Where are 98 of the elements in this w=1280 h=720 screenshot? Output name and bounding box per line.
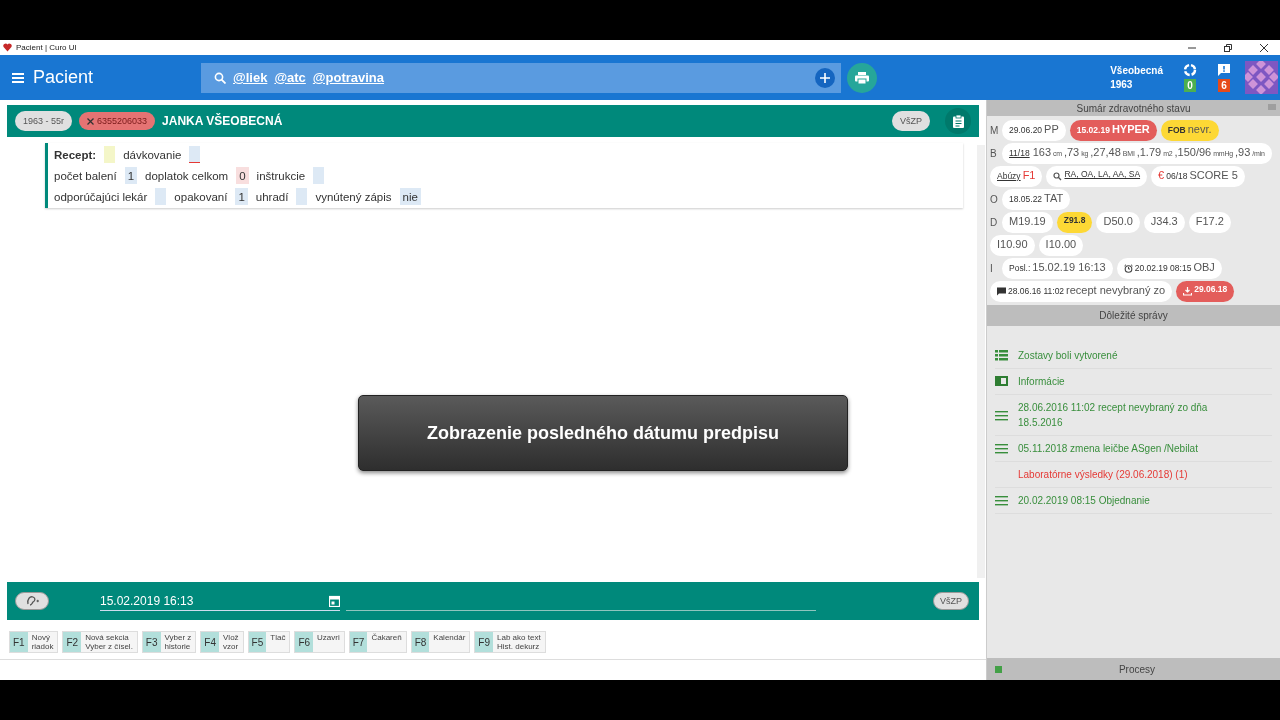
insurer-button[interactable]: VšZP (892, 111, 930, 131)
insurer-button[interactable]: VšZP (933, 592, 969, 610)
field-label: odporúčajúci lekár (54, 190, 148, 203)
field-label: inštrukcie (256, 169, 306, 182)
summary-chip[interactable]: 28.06.16 11:02 recept nevybraný zo (990, 281, 1173, 302)
scrollbar[interactable] (977, 145, 985, 578)
field-label: počet balení (54, 169, 117, 182)
summary-chip[interactable]: 15.02.19 HYPER (1069, 120, 1157, 141)
function-key[interactable]: F8 Kalendár (410, 631, 471, 653)
sync-icon[interactable] (1183, 63, 1197, 77)
message-icon (997, 287, 1006, 296)
field-label: dávkovanie (123, 148, 182, 161)
summary-chip[interactable]: FOB nevr. (1160, 120, 1219, 141)
field-label: Recept: (54, 148, 97, 161)
field-value[interactable] (155, 188, 167, 205)
summary-chip[interactable]: D50.0 (1096, 212, 1140, 233)
section-letter: D (990, 217, 998, 228)
panel-handle[interactable] (1268, 104, 1276, 110)
field-value[interactable] (313, 167, 325, 184)
function-key[interactable]: F7 Čakareň (348, 631, 407, 653)
close-icon (1260, 43, 1268, 52)
section-letter: I (990, 263, 994, 274)
card-icon (995, 376, 1008, 387)
field-label: doplatok celkom (145, 169, 229, 182)
processes-bar[interactable]: Procesy (987, 658, 1280, 680)
message-item[interactable]: 28.06.2016 11:02 recept nevybraný zo dňa 18.5.2016 (995, 395, 1272, 436)
summary-chip[interactable]: F17.2 (1188, 212, 1231, 233)
date-value: 15.02.2019 16:13 (100, 593, 194, 608)
message-icon[interactable] (1217, 63, 1231, 77)
summary-chip[interactable]: Z91.8 (1056, 212, 1093, 233)
download-icon (1183, 287, 1193, 296)
age-chip: 1963 - 55r (15, 111, 73, 131)
message-item[interactable]: 05.11.2018 zmena leičbe ASgen /Nebilat (995, 436, 1272, 462)
id-chip[interactable]: 6355206033 (79, 112, 156, 130)
patient-name: JANKA VŠEOBECNÁ (162, 114, 283, 128)
app-heart-icon (3, 43, 12, 52)
patient-id: 6355206033 (97, 116, 148, 126)
search-icon (1053, 172, 1063, 181)
field-value[interactable]: nie (399, 188, 421, 205)
summary-chip[interactable]: I10.00 (1038, 235, 1084, 256)
window-title: Pacient | Curo UI (16, 43, 77, 52)
field-value[interactable]: 1 (124, 167, 138, 184)
lines-icon (995, 443, 1008, 454)
page-title: Pacient (33, 67, 95, 88)
message-item[interactable]: Zostavy boli vytvorené (995, 343, 1272, 369)
summary-chip[interactable]: M19.19 (1002, 212, 1053, 233)
lines-icon (995, 409, 1008, 421)
field-label: opakovaní (174, 190, 228, 203)
field-value[interactable] (189, 146, 201, 163)
field-label: vynútený zápis (315, 190, 392, 203)
summary-chip[interactable]: J34.3 (1143, 212, 1185, 233)
summary-chip[interactable]: 20.02.19 08:15 OBJ (1116, 258, 1222, 279)
message-item[interactable]: Laboratórne výsledky (29.06.2018) (1) (995, 462, 1272, 488)
clipboard-button[interactable] (945, 108, 971, 134)
user-year: 1963 (1110, 77, 1134, 92)
summary-chip[interactable]: 29.06.20 PP (1002, 120, 1066, 141)
user-name: Všeobecná (1110, 63, 1163, 78)
field-value[interactable]: 1 (235, 188, 248, 205)
lines-icon (995, 495, 1008, 506)
summary-chip[interactable]: 18.05.22 TAT (1002, 189, 1071, 210)
calendar-icon[interactable] (329, 594, 340, 607)
summary-chip[interactable]: Abúzy F1 (990, 166, 1043, 187)
section-title: Dôležité správy (1099, 310, 1168, 321)
field-value[interactable] (104, 146, 116, 163)
restore-icon (1224, 43, 1232, 52)
search-icon (214, 71, 226, 84)
section-letter: O (990, 194, 998, 205)
date-field[interactable]: 15.02.2019 16:13 (100, 591, 340, 611)
function-key[interactable]: F6 Uzavri (294, 631, 345, 653)
summary-chip[interactable]: RA, OA, LA, AA, SA (1046, 166, 1148, 187)
count-badge: 6 (1218, 79, 1230, 92)
section-letter: B (990, 148, 998, 159)
close-icon (87, 117, 95, 125)
logo-icon (1245, 61, 1278, 94)
count-badge: 0 (1184, 79, 1196, 92)
summary-chip[interactable]: Posl.: 15.02.19 16:13 (1002, 258, 1113, 279)
message-item[interactable]: Informácie (995, 369, 1272, 395)
add-button[interactable] (815, 67, 835, 88)
section-title: Sumár zdravotného stavu (1076, 102, 1191, 114)
summary-chip[interactable]: 29.06.18 (1176, 281, 1235, 302)
field-label: uhradí (255, 190, 289, 203)
list-icon (995, 350, 1008, 361)
printer-icon (855, 71, 869, 84)
menu-icon[interactable] (12, 72, 24, 83)
hearing-button[interactable] (15, 592, 49, 610)
print-button[interactable] (847, 62, 877, 93)
field-value[interactable]: 0 (236, 167, 249, 184)
toast-message: Zobrazenie posledného dátumu predpisu (358, 395, 848, 471)
message-item[interactable]: 20.02.2019 08:15 Objednanie (995, 488, 1272, 514)
ear-icon (25, 595, 39, 607)
section-letter: M (990, 125, 998, 136)
summary-chip[interactable]: I10.90 (990, 235, 1035, 256)
plus-icon (820, 72, 830, 83)
summary-chip[interactable]: € 06/18 SCORE 5 (1151, 166, 1245, 187)
alarm-clock-icon (1123, 264, 1133, 273)
clipboard-icon (952, 114, 964, 128)
field-value[interactable] (296, 188, 308, 205)
function-key[interactable]: F5 Tlač (247, 631, 291, 653)
